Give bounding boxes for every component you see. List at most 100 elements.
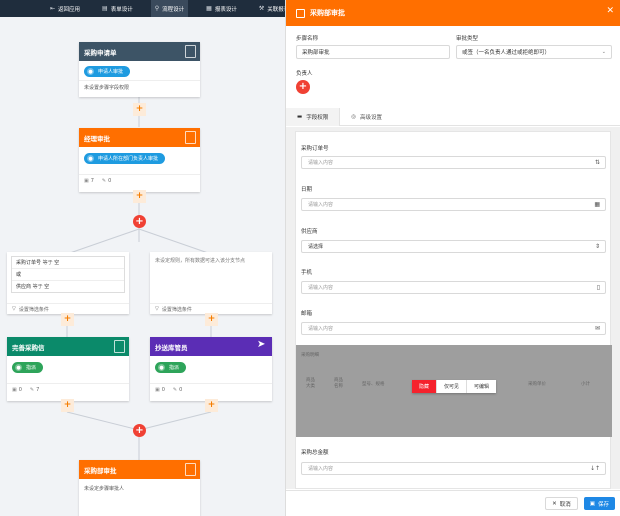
perm-editable-button[interactable]: 可编辑	[467, 380, 497, 393]
filter-icon: ▽	[155, 306, 159, 312]
field-input[interactable]: 请输入内容 ▦	[301, 198, 606, 211]
add-owner-button[interactable]: +	[296, 80, 310, 94]
edit-icon: ✎	[29, 387, 35, 393]
tab-field-permissions[interactable]: ▬ 字段权限	[286, 108, 341, 126]
field-input[interactable]: 请输入内容 ↓↑	[301, 462, 606, 475]
condition-right[interactable]: 未设定规则，所有数据可进入该分支节点 ▽ 设置筛选条件	[150, 252, 272, 314]
flow-canvas[interactable]: 采购申请单 ● 申请人审批 未设置步骤字段权限 + 经理审批 ● 申请人所在部门…	[0, 17, 285, 516]
node-cc-pill-label: 指派	[169, 365, 180, 371]
node-manager[interactable]: 经理审批 ● 申请人所在部门负责人审批 ▣ 7 ✎ 0	[79, 128, 200, 192]
panel-tabs: ▬ 字段权限 ◎ 高级设置	[286, 108, 620, 126]
edit-count: ✎ 0	[102, 178, 111, 184]
approve-type-select[interactable]: 或签（一名负责人通过或拒绝即可） ⌄	[456, 45, 612, 59]
condition-left-filter-label: 设置筛选条件	[18, 306, 49, 313]
field-label: 手机	[301, 270, 313, 276]
node-dept[interactable]: 采购部审批 未设定步骤审批人	[79, 460, 200, 516]
rule-op: 等于	[32, 284, 43, 290]
close-icon[interactable]: ✕	[606, 6, 614, 16]
condition-rules: 采购订单号 等于 空 或 供应商 等于 空	[11, 256, 125, 293]
node-manager-pill[interactable]: ● 申请人所在部门负责人审批	[84, 153, 166, 164]
approve-icon	[296, 8, 305, 18]
amount-icon: ↓↑	[589, 465, 600, 472]
add-step-button[interactable]: +	[133, 190, 146, 203]
field-placeholder: 请输入内容	[308, 326, 334, 332]
tab-advanced-settings-label: 高级设置	[360, 115, 383, 121]
node-start[interactable]: 采购申请单 ● 申请人审批 未设置步骤字段权限	[79, 42, 200, 97]
add-step-button[interactable]: +	[205, 399, 218, 412]
nav-report-design[interactable]: ▦ 报表设计	[202, 0, 241, 17]
node-cc[interactable]: 抄送库管员 ➤ ● 指派 ▣ 0 ✎ 0	[150, 337, 272, 401]
field-label: 采购订单号	[301, 146, 329, 152]
field-input[interactable]: 请输入内容 ▯	[301, 281, 606, 294]
filter-icon: ▽	[12, 306, 16, 312]
cancel-button-label: 取消	[559, 501, 571, 508]
node-complete-title: 完善采购信	[12, 343, 45, 352]
field-input[interactable]: 请输入内容 ⇅	[301, 156, 606, 169]
condition-rule: 供应商 等于 空	[12, 281, 124, 292]
nav-back[interactable]: ⇤ 返回应用	[46, 0, 84, 17]
condition-rule: 采购订单号 等于 空	[12, 257, 124, 269]
add-branch-button[interactable]: +	[133, 215, 146, 228]
nav-form-design[interactable]: ▤ 表单设计	[98, 0, 137, 17]
node-cc-header: 抄送库管员 ➤	[150, 337, 272, 356]
node-start-pill[interactable]: ● 申请人审批	[84, 66, 131, 77]
user-icon: ●	[15, 364, 22, 371]
mail-icon: ✉	[594, 325, 600, 332]
settings-icon: ◎	[351, 114, 357, 120]
edit-doc-icon	[114, 340, 125, 353]
field-placeholder: 请输入内容	[308, 202, 334, 208]
view-icon: ▣	[155, 387, 160, 393]
form-icon: ▤	[102, 5, 108, 12]
approve-icon	[185, 463, 196, 476]
save-button[interactable]: ▣ 保存	[583, 497, 615, 510]
nav-form-design-label: 表单设计	[110, 6, 133, 13]
node-manager-pill-label: 申请人所在部门负责人审批	[98, 156, 159, 162]
add-step-button[interactable]: +	[205, 313, 218, 326]
condition-right-filter-label: 设置筛选条件	[161, 306, 192, 313]
panel-title: 采购部审批	[310, 9, 345, 17]
approve-icon	[185, 131, 196, 144]
approve-type-value: 或签（一名负责人通过或拒绝即可）	[462, 50, 551, 56]
subtable-col: 型号、规格	[362, 382, 385, 387]
view-count: ▣ 0	[12, 387, 22, 393]
tab-advanced-settings[interactable]: ◎ 高级设置	[340, 108, 393, 126]
add-step-button[interactable]: +	[133, 103, 146, 116]
edit-count-value: 7	[36, 387, 40, 393]
node-complete[interactable]: 完善采购信 ● 指派 ▣ 0 ✎ 7	[7, 337, 129, 401]
cancel-button[interactable]: ✕ 取消	[545, 497, 578, 510]
add-step-button[interactable]: +	[61, 313, 74, 326]
owner-label: 负责人	[296, 71, 313, 77]
node-manager-body: ● 申请人所在部门负责人审批	[79, 147, 200, 170]
node-start-header: 采购申请单	[79, 42, 200, 61]
field-select[interactable]: 请选择 ⇕	[301, 240, 606, 253]
add-branch-button[interactable]: +	[133, 424, 146, 437]
edit-count: ✎ 7	[30, 387, 39, 393]
node-complete-pill[interactable]: ● 指派	[12, 362, 44, 373]
node-dept-text: 未设定步骤审批人	[84, 486, 125, 492]
field-placeholder: 请选择	[308, 244, 324, 250]
perm-readonly-button[interactable]: 仅可见	[437, 380, 468, 393]
user-icon: ●	[158, 364, 165, 371]
step-name-input[interactable]: 采购部审批	[296, 45, 450, 59]
link-report-icon: ⚒	[258, 5, 265, 12]
perm-hidden-button[interactable]: 隐藏	[412, 380, 438, 393]
nav-back-label: 返回应用	[58, 6, 81, 13]
edit-count-value: 0	[108, 178, 112, 184]
nav-flow-design[interactable]: ⚲ 流程设计	[150, 0, 189, 17]
field-placeholder: 请输入内容	[308, 160, 334, 166]
step-name-label: 步骤名称	[296, 36, 319, 42]
condition-left[interactable]: 采购订单号 等于 空 或 供应商 等于 空 ▽ 设置筛选条件	[7, 252, 129, 314]
save-button-label: 保存	[597, 501, 609, 508]
list-icon: ▬	[297, 114, 303, 120]
rule-op: 等于	[42, 260, 53, 266]
calendar-icon: ▦	[594, 201, 600, 208]
phone-icon: ▯	[596, 284, 600, 291]
node-cc-pill[interactable]: ● 指派	[155, 362, 187, 373]
field-input[interactable]: 请输入内容 ✉	[301, 322, 606, 335]
field-label: 采购总金额	[301, 450, 329, 456]
add-step-button[interactable]: +	[61, 399, 74, 412]
rule-value: 空	[44, 284, 50, 290]
form-preview-area: 采购订单号 请输入内容 ⇅ 日期 请输入内容 ▦ 供应商 请选择 ⇕ 手机 请输…	[286, 127, 620, 489]
nav-report-design-label: 报表设计	[214, 6, 237, 13]
node-dept-header: 采购部审批	[79, 460, 200, 479]
